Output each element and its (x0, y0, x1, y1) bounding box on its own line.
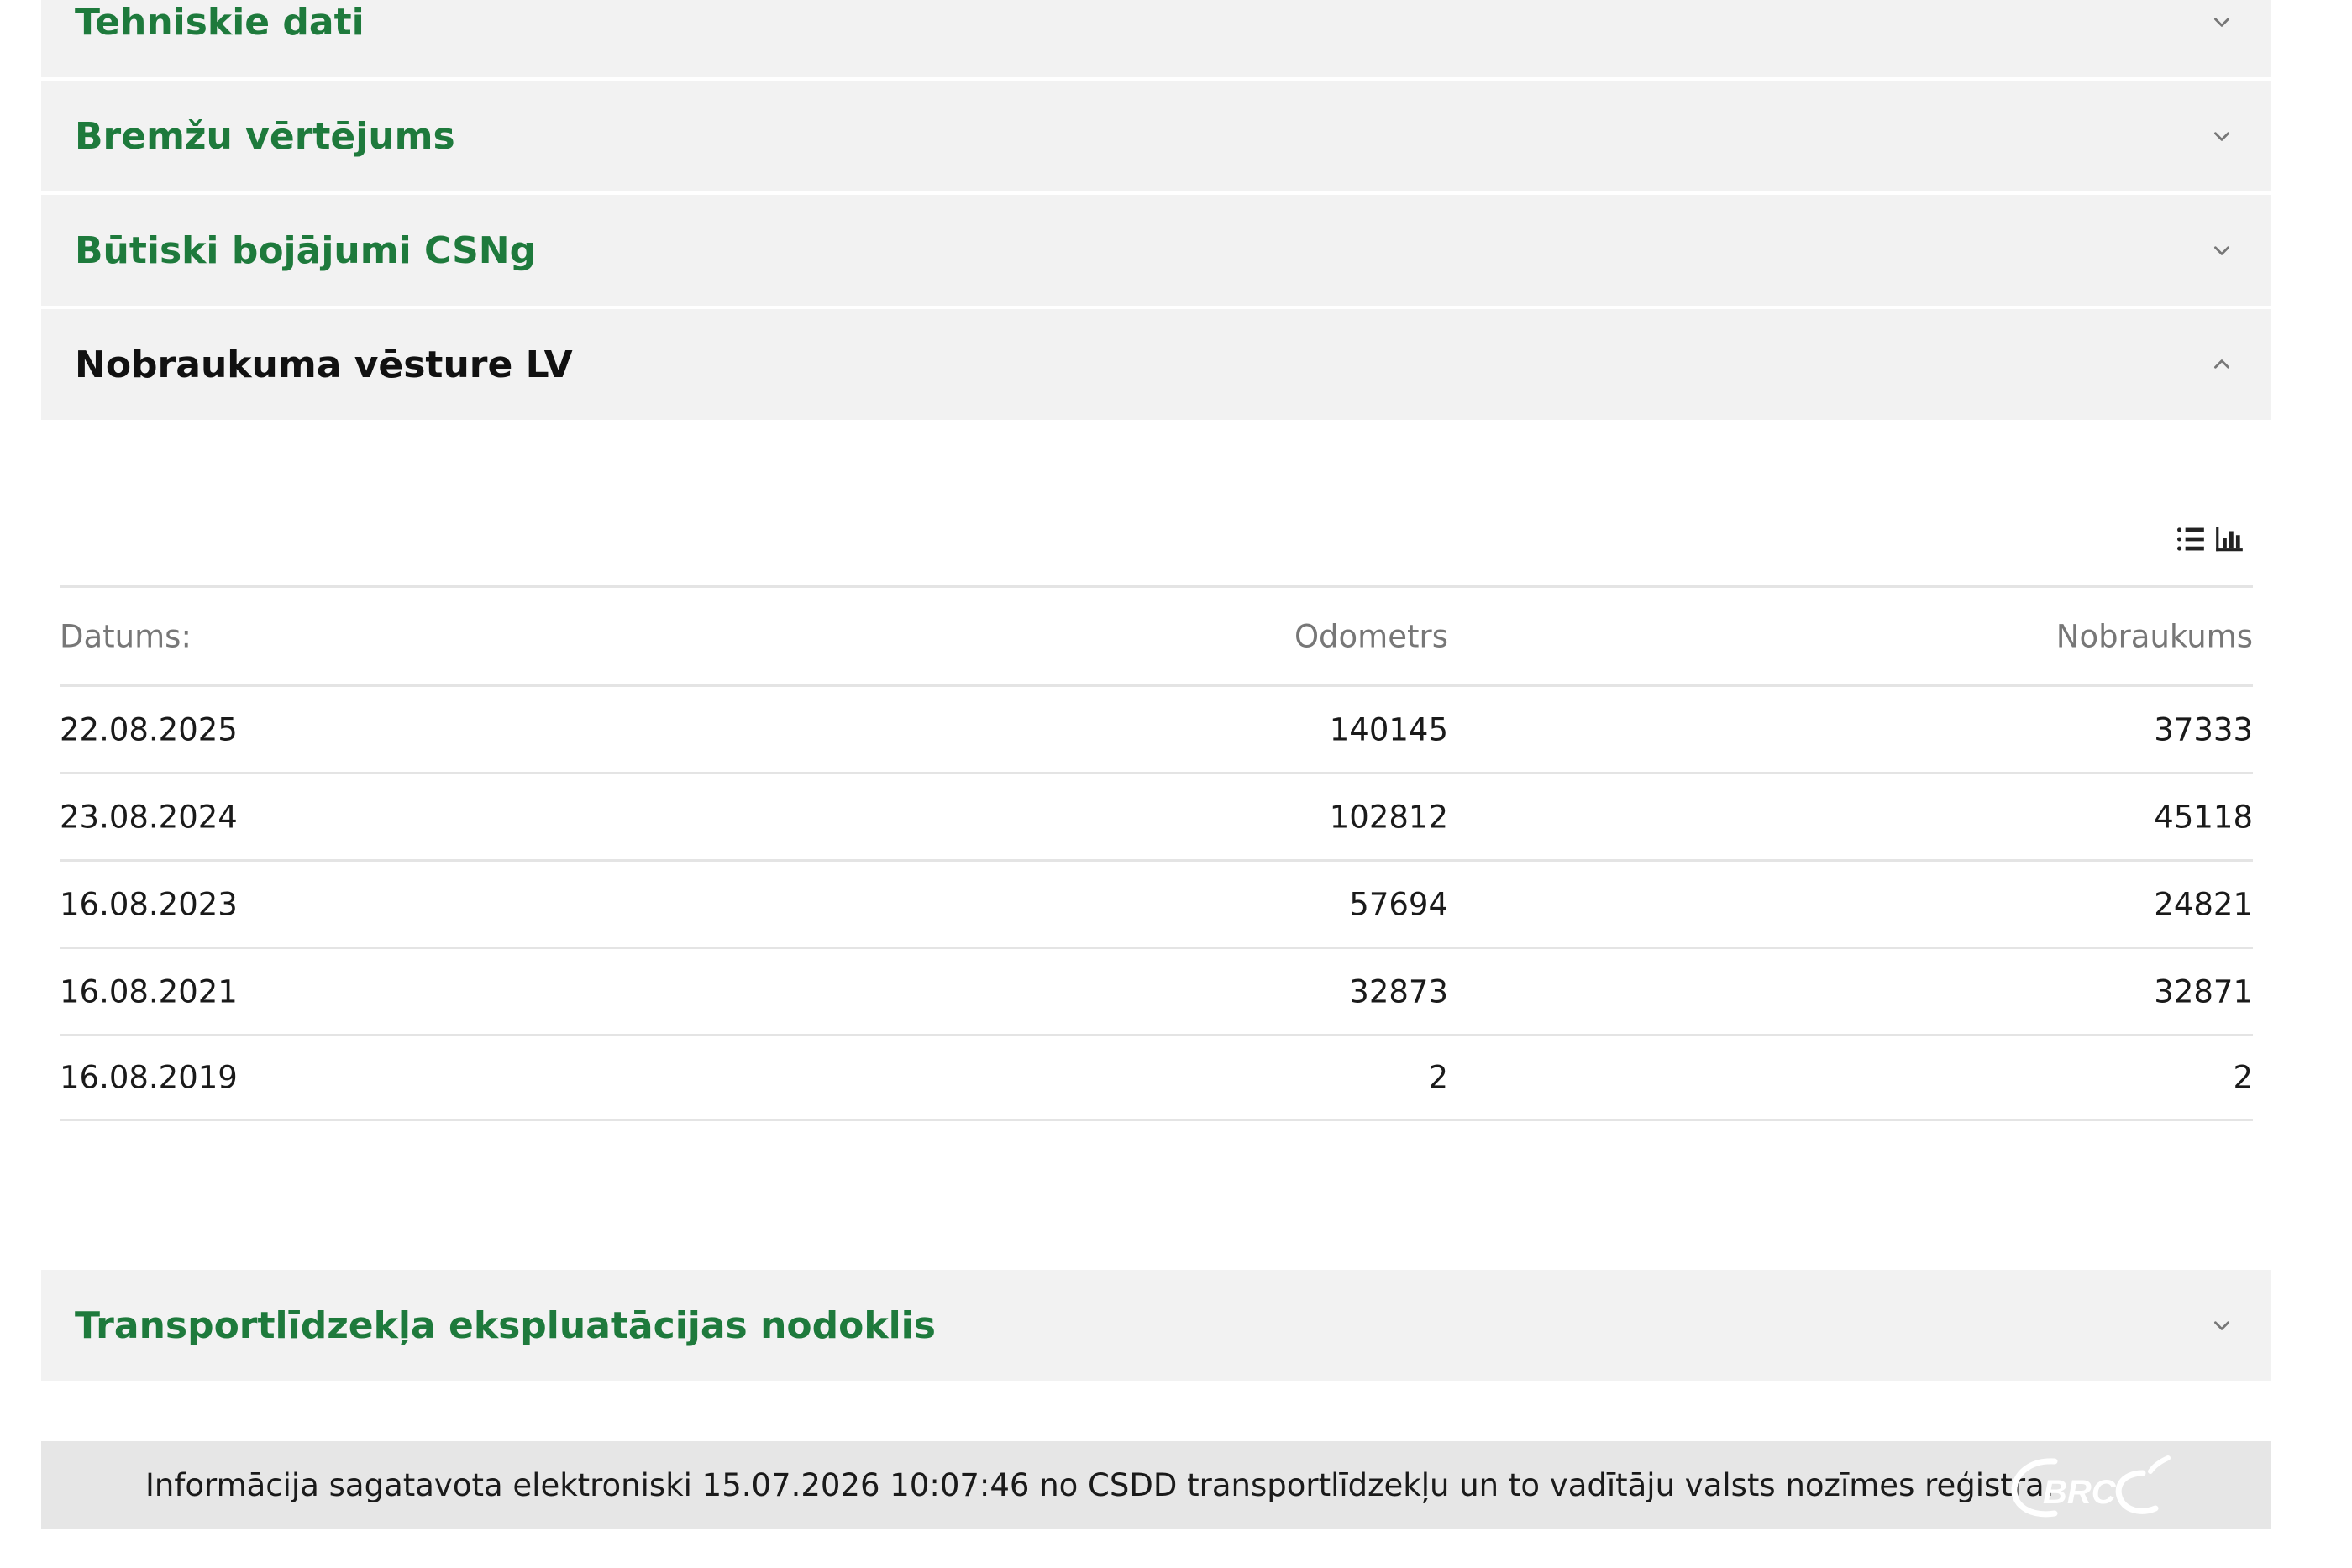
section-title: Būtiski bojājumi CSNg (75, 228, 537, 272)
page: Tehniskie dati Bremžu vērtējums Būtiski … (0, 0, 2352, 1568)
mileage-table: Datums: Odometrs Nobraukums 22.08.2025 1… (60, 585, 2253, 1121)
view-toggle (2174, 522, 2246, 556)
chevron-down-icon (2208, 122, 2236, 150)
cell-date: 16.08.2021 (60, 973, 238, 1009)
brc-logo: BRC (2011, 1455, 2171, 1518)
table-row: 16.08.2021 32873 32871 (60, 947, 2253, 1034)
chevron-down-icon (2208, 236, 2236, 265)
column-header-date: Datums: (60, 618, 192, 654)
table-row: 23.08.2024 102812 45118 (60, 772, 2253, 859)
list-icon[interactable] (2174, 522, 2208, 556)
cell-mileage: 37333 (2154, 711, 2253, 747)
section-title: Nobraukuma vēsture LV (75, 343, 573, 386)
chevron-down-icon (2208, 1311, 2236, 1340)
section-nobraukuma-vesture[interactable]: Nobraukuma vēsture LV (41, 309, 2271, 420)
cell-mileage: 45118 (2154, 799, 2253, 835)
cell-odometer: 2 (1428, 1059, 1448, 1096)
section-nodoklis[interactable]: Transportlīdzekļa ekspluatācijas nodokli… (41, 1270, 2271, 1381)
footer-text: Informācija sagatavota elektroniski 15.0… (145, 1466, 2055, 1503)
chevron-up-icon (2208, 350, 2236, 379)
cell-mileage: 24821 (2154, 886, 2253, 922)
cell-date: 23.08.2024 (60, 799, 238, 835)
cell-odometer: 102812 (1329, 799, 1448, 835)
cell-date: 22.08.2025 (60, 711, 238, 747)
cell-date: 16.08.2019 (60, 1059, 238, 1096)
section-butiski-bojajumi[interactable]: Būtiski bojājumi CSNg (41, 195, 2271, 306)
footer-info: Informācija sagatavota elektroniski 15.0… (41, 1441, 2271, 1529)
svg-text:BRC: BRC (2043, 1474, 2117, 1511)
chevron-down-icon (2208, 8, 2236, 36)
cell-mileage: 32871 (2154, 973, 2253, 1009)
bar-chart-icon[interactable] (2213, 522, 2246, 556)
cell-odometer: 32873 (1349, 973, 1448, 1009)
table-row: 16.08.2023 57694 24821 (60, 859, 2253, 947)
cell-date: 16.08.2023 (60, 886, 238, 922)
section-title: Transportlīdzekļa ekspluatācijas nodokli… (75, 1303, 936, 1347)
table-row: 22.08.2025 140145 37333 (60, 684, 2253, 772)
cell-odometer: 140145 (1329, 711, 1448, 747)
section-tehniskie-dati[interactable]: Tehniskie dati (41, 0, 2271, 77)
cell-mileage: 2 (2233, 1059, 2253, 1096)
column-header-mileage: Nobraukums (2055, 618, 2253, 654)
table-row: 16.08.2019 2 2 (60, 1034, 2253, 1121)
table-header-row: Datums: Odometrs Nobraukums (60, 585, 2253, 684)
column-header-odometer: Odometrs (1294, 618, 1448, 654)
cell-odometer: 57694 (1349, 886, 1448, 922)
section-title: Tehniskie dati (75, 0, 365, 44)
section-bremzu-vertejums[interactable]: Bremžu vērtējums (41, 81, 2271, 191)
section-title: Bremžu vērtējums (75, 114, 455, 158)
